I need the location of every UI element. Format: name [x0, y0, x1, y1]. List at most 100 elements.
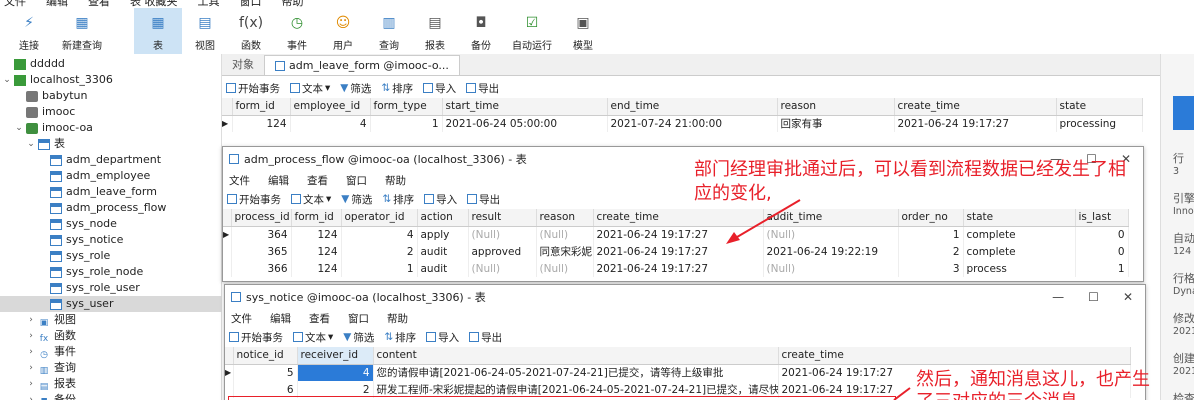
menu-item[interactable]: 编辑	[46, 0, 68, 8]
table-cell[interactable]: 366	[231, 260, 292, 277]
toolbar-clock-button[interactable]: ◷ 事件	[274, 8, 320, 54]
tree-database[interactable]: ⌄ imooc-oa	[14, 120, 93, 136]
tree-table-adm_employee[interactable]: adm_employee	[38, 168, 150, 184]
tab-objects[interactable]: 对象	[222, 55, 264, 75]
table-cell[interactable]: complete	[963, 226, 1076, 243]
tab-adm-leave-form[interactable]: adm_leave_form @imooc-o...	[264, 55, 460, 75]
window-menu-item[interactable]: 窗口	[346, 173, 367, 188]
expand-arrow-icon[interactable]: ⌄	[26, 136, 36, 152]
table-cell[interactable]: (Null)	[763, 260, 899, 277]
table-cell[interactable]: 2021-06-24 19:17:27	[593, 260, 764, 277]
maximize-icon[interactable]: ☐	[1088, 290, 1099, 304]
window-menu-item[interactable]: 窗口	[348, 311, 369, 326]
table-cell[interactable]: 124	[232, 115, 291, 132]
window-menu-item[interactable]: 编辑	[270, 311, 291, 326]
menu-item[interactable]: 文件	[4, 0, 26, 8]
table-cell[interactable]: 364	[231, 226, 292, 243]
table-cell[interactable]: 您的请假申请[2021-06-24-05-2021-07-24-21]已提交，请…	[373, 364, 779, 381]
sort-button[interactable]: ⇅ 排序	[382, 192, 414, 207]
tree-database[interactable]: imooc	[14, 104, 75, 120]
table-cell[interactable]: 回家有事	[777, 115, 895, 132]
table-cell[interactable]: 同意宋彩妮申	[536, 243, 594, 260]
begin-transaction-button[interactable]: 开始事务	[226, 81, 280, 96]
tree-connection[interactable]: ⌄ localhost_3306	[2, 72, 113, 88]
tree-table-group[interactable]: ⌄ 表	[26, 136, 65, 152]
table-cell[interactable]: 124	[291, 243, 342, 260]
tree-group[interactable]: › ◷ 事件	[26, 344, 76, 360]
export-button[interactable]: 导出	[466, 81, 499, 96]
expand-arrow-icon[interactable]: ⌄	[14, 120, 24, 136]
expand-arrow-icon[interactable]: ›	[26, 312, 36, 328]
table-cell[interactable]: (Null)	[536, 260, 594, 277]
table-cell[interactable]: 0	[1075, 243, 1129, 260]
tree-table-adm_department[interactable]: adm_department	[38, 152, 161, 168]
expand-arrow-icon[interactable]: ⌄	[2, 72, 12, 88]
table-cell[interactable]: 4	[297, 364, 374, 381]
column-header[interactable]: form_id	[291, 209, 342, 227]
menu-item[interactable]: 表 收藏夹	[130, 0, 178, 8]
table-cell[interactable]: approved	[468, 243, 537, 260]
tree-group[interactable]: › ▤ 报表	[26, 376, 76, 392]
toolbar-new-query-button[interactable]: ▦ 新建查询	[52, 8, 112, 54]
window-menu-item[interactable]: 查看	[309, 311, 330, 326]
table-cell[interactable]: processing	[1056, 115, 1143, 132]
column-header[interactable]: is_last	[1075, 209, 1129, 227]
menu-item[interactable]: 窗口	[240, 0, 262, 8]
table-cell[interactable]: 2021-06-24 19:17:27	[894, 115, 1057, 132]
expand-arrow-icon[interactable]: ›	[26, 344, 36, 360]
tree-table-sys_role_node[interactable]: sys_role_node	[38, 264, 143, 280]
table-cell[interactable]: audit	[417, 260, 469, 277]
column-header[interactable]: reason	[777, 98, 895, 116]
table-cell[interactable]: (Null)	[536, 226, 594, 243]
toolbar-model-button[interactable]: ▣ 模型	[560, 8, 606, 54]
export-button[interactable]: 导出	[469, 330, 502, 345]
menu-item[interactable]: 查看	[88, 0, 110, 8]
table-row[interactable]: ▶ 364 124 4 apply (Null) (Null) 2021-06-24 19:1…	[223, 226, 1129, 243]
tree-group[interactable]: › fx 函数	[26, 328, 76, 344]
window-menu-item[interactable]: 文件	[231, 311, 252, 326]
table-row[interactable]: ▶ 124 4 1 2021-06-24 05:00:00 2021-07-24 21:0…	[222, 115, 1143, 132]
table-cell[interactable]: (Null)	[468, 260, 537, 277]
column-header[interactable]: result	[468, 209, 537, 227]
import-button[interactable]: 导入	[423, 81, 456, 96]
toolbar-plug-button[interactable]: ⚡ 连接	[6, 8, 52, 54]
column-header[interactable]: form_id	[232, 98, 291, 116]
table-cell[interactable]: 5	[233, 364, 298, 381]
column-header[interactable]: create_time	[778, 347, 1131, 365]
begin-transaction-button[interactable]: 开始事务	[227, 192, 281, 207]
tree-group[interactable]: › ▥ 查询	[26, 360, 76, 376]
minimize-icon[interactable]: —	[1052, 290, 1064, 304]
column-header[interactable]: action	[417, 209, 469, 227]
column-header[interactable]: notice_id	[233, 347, 298, 365]
menu-item[interactable]: 帮助	[282, 0, 304, 8]
table-cell[interactable]: (Null)	[468, 226, 537, 243]
table-cell[interactable]: 2021-07-24 21:00:00	[607, 115, 778, 132]
column-header[interactable]: end_time	[607, 98, 778, 116]
window-menu-item[interactable]: 帮助	[387, 311, 408, 326]
column-header[interactable]: form_type	[370, 98, 443, 116]
close-icon[interactable]: ✕	[1123, 290, 1133, 304]
window-menu-item[interactable]: 编辑	[268, 173, 289, 188]
filter-button[interactable]: ▼ 筛选	[341, 192, 372, 207]
tree-connection[interactable]: ddddd	[2, 56, 65, 72]
table-cell[interactable]: 2	[898, 243, 964, 260]
column-header[interactable]: order_no	[898, 209, 964, 227]
window-menu-item[interactable]: 帮助	[385, 173, 406, 188]
export-button[interactable]: 导出	[467, 192, 500, 207]
toolbar-user-button[interactable]: ☺ 用户	[320, 8, 366, 54]
tree-table-sys_notice[interactable]: sys_notice	[38, 232, 123, 248]
table-cell[interactable]: 2	[341, 243, 418, 260]
text-button[interactable]: 文本 ▾	[293, 330, 333, 345]
column-header[interactable]: state	[963, 209, 1076, 227]
table-cell[interactable]: 124	[291, 260, 342, 277]
table-cell[interactable]: apply	[417, 226, 469, 243]
table-cell[interactable]: 4	[341, 226, 418, 243]
text-button[interactable]: 文本 ▾	[291, 192, 331, 207]
table-cell[interactable]: 2021-06-24 05:00:00	[442, 115, 608, 132]
expand-arrow-icon[interactable]: ›	[26, 360, 36, 376]
toolbar-view-button[interactable]: ▤ 视图	[182, 8, 228, 54]
tree-database[interactable]: babytun	[14, 88, 87, 104]
sort-button[interactable]: ⇅ 排序	[381, 81, 413, 96]
column-header[interactable]: reason	[536, 209, 594, 227]
tree-table-sys_role[interactable]: sys_role	[38, 248, 110, 264]
